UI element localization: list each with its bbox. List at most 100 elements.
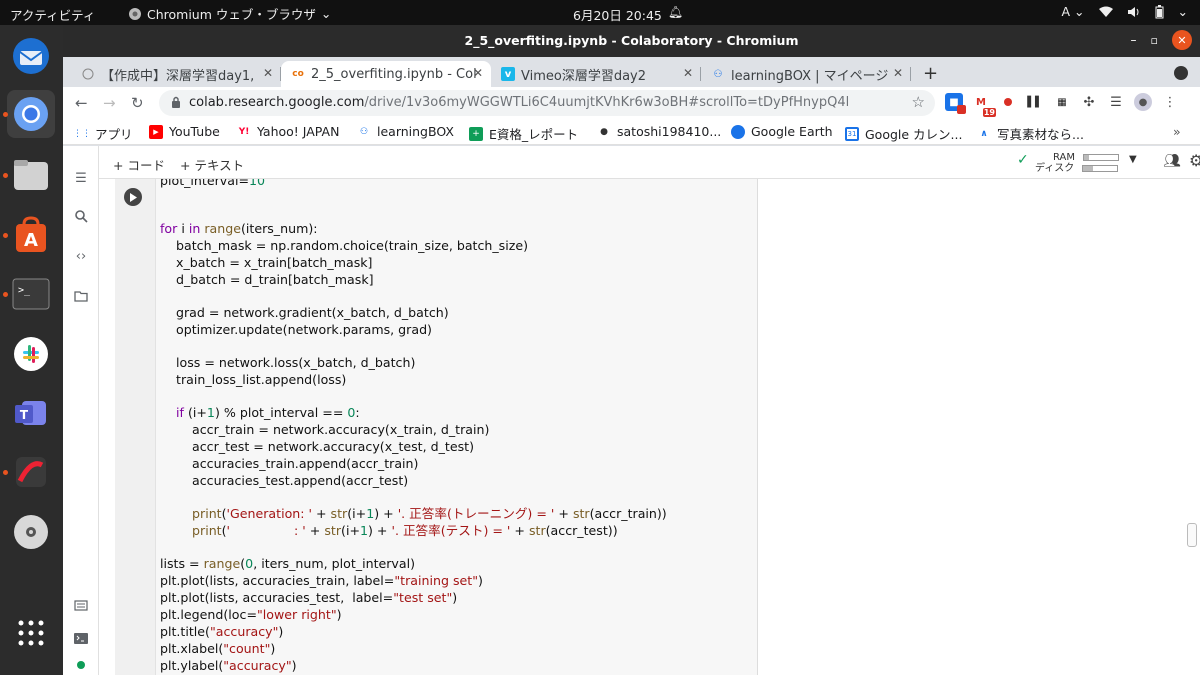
code-line: plt.xlabel("count") bbox=[160, 641, 276, 656]
bookmark-yahoo[interactable]: Y! Yahoo! JAPAN bbox=[237, 124, 340, 139]
files-folder-icon[interactable] bbox=[73, 288, 89, 304]
system-tray[interactable]: A ⌄ ⌄ bbox=[1062, 4, 1189, 19]
barcode-icon[interactable]: ▌▌ bbox=[1026, 93, 1044, 111]
bookmark-learningbox[interactable]: ⚇ learningBOX bbox=[357, 124, 454, 139]
cell-gutter bbox=[115, 179, 155, 675]
tab-close-icon[interactable]: ✕ bbox=[893, 66, 903, 80]
tab-search-icon[interactable] bbox=[1174, 66, 1188, 80]
tab-label: 【作成中】深層学習day1, bbox=[101, 68, 255, 84]
minimize-icon[interactable]: – bbox=[1131, 33, 1137, 47]
bookmark-google-calendar[interactable]: 31 Google カレン... bbox=[845, 124, 962, 143]
dock-files[interactable] bbox=[7, 151, 55, 199]
bookmark-label: YouTube bbox=[169, 124, 220, 139]
dock-app-red[interactable] bbox=[7, 448, 55, 496]
code-line: accuracies_test.append(accr_test) bbox=[160, 473, 409, 488]
clock-label: 6月20日 20:45 bbox=[573, 8, 662, 23]
puzzle-extensions-icon[interactable]: ✣ bbox=[1080, 93, 1098, 111]
extension-stop-icon[interactable]: ■ bbox=[945, 93, 966, 114]
bookmarks-overflow-icon[interactable]: » bbox=[1173, 124, 1181, 139]
ram-bar-fill bbox=[1084, 154, 1090, 160]
bookmark-photo[interactable]: ∧ 写真素材なら... bbox=[977, 124, 1084, 143]
app-menu[interactable]: Chromium ウェブ・ブラウザ ⌄ bbox=[128, 4, 331, 23]
bookmark-label: learningBOX bbox=[377, 124, 454, 139]
dock-slack[interactable] bbox=[7, 330, 55, 378]
code-line: d_batch = d_train[batch_mask] bbox=[160, 272, 374, 287]
colab-side-rail: ☰ ‹› bbox=[63, 146, 99, 675]
record-icon[interactable] bbox=[999, 93, 1017, 111]
bookmark-label: Google Earth bbox=[751, 124, 833, 139]
bookmark-youtube[interactable]: ▶ YouTube bbox=[149, 124, 220, 139]
code-snippets-icon[interactable]: ‹› bbox=[73, 248, 89, 264]
bookmark-github[interactable]: ● satoshi198410... bbox=[597, 124, 721, 139]
code-line: lists = range(0, iters_num, plot_interva… bbox=[160, 556, 416, 571]
show-applications-button[interactable] bbox=[7, 609, 55, 657]
activities-button[interactable]: アクティビティ bbox=[10, 5, 95, 24]
wifi-icon bbox=[1098, 6, 1113, 18]
svg-text:T: T bbox=[20, 408, 29, 422]
bookmark-star-icon[interactable]: ☆ bbox=[912, 93, 925, 111]
code-line: batch_mask = np.random.choice(train_size… bbox=[160, 238, 529, 253]
profile-avatar-icon[interactable]: ● bbox=[1134, 93, 1152, 111]
code-line: plt.ylabel("accuracy") bbox=[160, 658, 297, 673]
checkmark-icon: ✓ bbox=[1017, 152, 1029, 168]
back-icon[interactable]: ← bbox=[75, 94, 88, 112]
reload-icon[interactable]: ↻ bbox=[131, 94, 144, 112]
dock-software[interactable]: A bbox=[7, 211, 55, 259]
run-cell-button[interactable] bbox=[124, 188, 142, 206]
slack-icon bbox=[14, 337, 48, 371]
resources-dropdown-icon[interactable]: ▼ bbox=[1129, 154, 1137, 165]
tab-close-icon[interactable]: ✕ bbox=[263, 66, 273, 80]
code-line: train_loss_list.append(loss) bbox=[160, 372, 347, 387]
settings-gear-icon[interactable]: ⚙ bbox=[1189, 151, 1200, 170]
search-icon[interactable] bbox=[73, 208, 89, 224]
cell-side-panel bbox=[757, 179, 1185, 675]
terminal-icon[interactable] bbox=[73, 630, 89, 646]
share-users-icon[interactable]: 👥︎ bbox=[1163, 153, 1181, 169]
toc-icon[interactable]: ☰ bbox=[73, 170, 89, 186]
tab-colab[interactable]: co 2_5_overfiting.ipynb - Col ✕ bbox=[281, 61, 491, 87]
svg-text:A: A bbox=[24, 230, 38, 251]
folder-icon bbox=[14, 160, 48, 190]
code-line: for i in range(iters_num): bbox=[160, 221, 318, 236]
bookmark-apps[interactable]: ⋮⋮ アプリ bbox=[73, 124, 133, 143]
tab-close-icon[interactable]: ✕ bbox=[473, 66, 483, 80]
bookmark-sheets[interactable]: + E資格_レポート bbox=[469, 124, 578, 143]
app-menu-label: Chromium ウェブ・ブラウザ bbox=[147, 7, 316, 22]
tab-vimeo[interactable]: v Vimeo深層学習day2 ✕ bbox=[491, 61, 701, 87]
dock-terminal[interactable]: >_ bbox=[7, 270, 55, 318]
browser-menu-icon[interactable]: ⋮ bbox=[1161, 93, 1179, 111]
code-editor[interactable]: plot_interval=10 for i in range(iters_nu… bbox=[155, 179, 755, 675]
bookmark-google-earth[interactable]: Google Earth bbox=[731, 124, 833, 139]
code-line: plot_interval=10 bbox=[160, 179, 266, 188]
dock-chromium[interactable] bbox=[7, 90, 55, 138]
forward-icon[interactable]: → bbox=[103, 94, 116, 112]
dock-thunderbird[interactable] bbox=[7, 32, 55, 80]
add-text-button[interactable]: + テキスト bbox=[180, 155, 244, 174]
grid-extension-icon[interactable]: ▦ bbox=[1053, 93, 1071, 111]
dock-disc[interactable] bbox=[7, 508, 55, 556]
tab-doc[interactable]: 【作成中】深層学習day1, ✕ bbox=[71, 61, 281, 87]
command-palette-icon[interactable] bbox=[73, 597, 89, 613]
reading-list-icon[interactable]: ☰ bbox=[1107, 93, 1125, 111]
disk-label: ディスク bbox=[1035, 163, 1075, 174]
resources-indicator[interactable]: RAM ディスク bbox=[1035, 152, 1120, 174]
close-icon[interactable]: ✕ bbox=[1172, 30, 1192, 50]
new-tab-button[interactable]: + bbox=[923, 63, 938, 84]
input-method-indicator[interactable]: A ⌄ bbox=[1062, 4, 1085, 19]
dock-teams[interactable]: T bbox=[7, 389, 55, 437]
add-code-button[interactable]: + コード bbox=[113, 155, 165, 174]
tab-learningbox[interactable]: ⚇ learningBOX | マイページ ✕ bbox=[701, 61, 911, 87]
page-scrollbar-thumb[interactable] bbox=[1187, 523, 1197, 547]
ram-bar bbox=[1083, 153, 1120, 161]
url-text[interactable]: colab.research.google.com/drive/1v3o6myW… bbox=[189, 95, 849, 110]
window-titlebar[interactable]: 2_5_overfiting.ipynb - Colaboratory - Ch… bbox=[63, 25, 1200, 57]
clock[interactable]: 6月20日 20:45 🔔︎ bbox=[573, 5, 683, 24]
address-bar[interactable]: colab.research.google.com/drive/1v3o6myW… bbox=[159, 90, 935, 116]
maximize-icon[interactable]: ▫ bbox=[1151, 34, 1158, 47]
yahoo-icon: Y! bbox=[238, 126, 250, 137]
code-cell[interactable]: plot_interval=10 for i in range(iters_nu… bbox=[115, 179, 1185, 675]
running-indicator bbox=[3, 470, 8, 475]
tab-close-icon[interactable]: ✕ bbox=[683, 66, 693, 80]
input-method-label: A bbox=[1061, 4, 1071, 19]
gmail-icon[interactable]: M 19 bbox=[972, 93, 996, 117]
